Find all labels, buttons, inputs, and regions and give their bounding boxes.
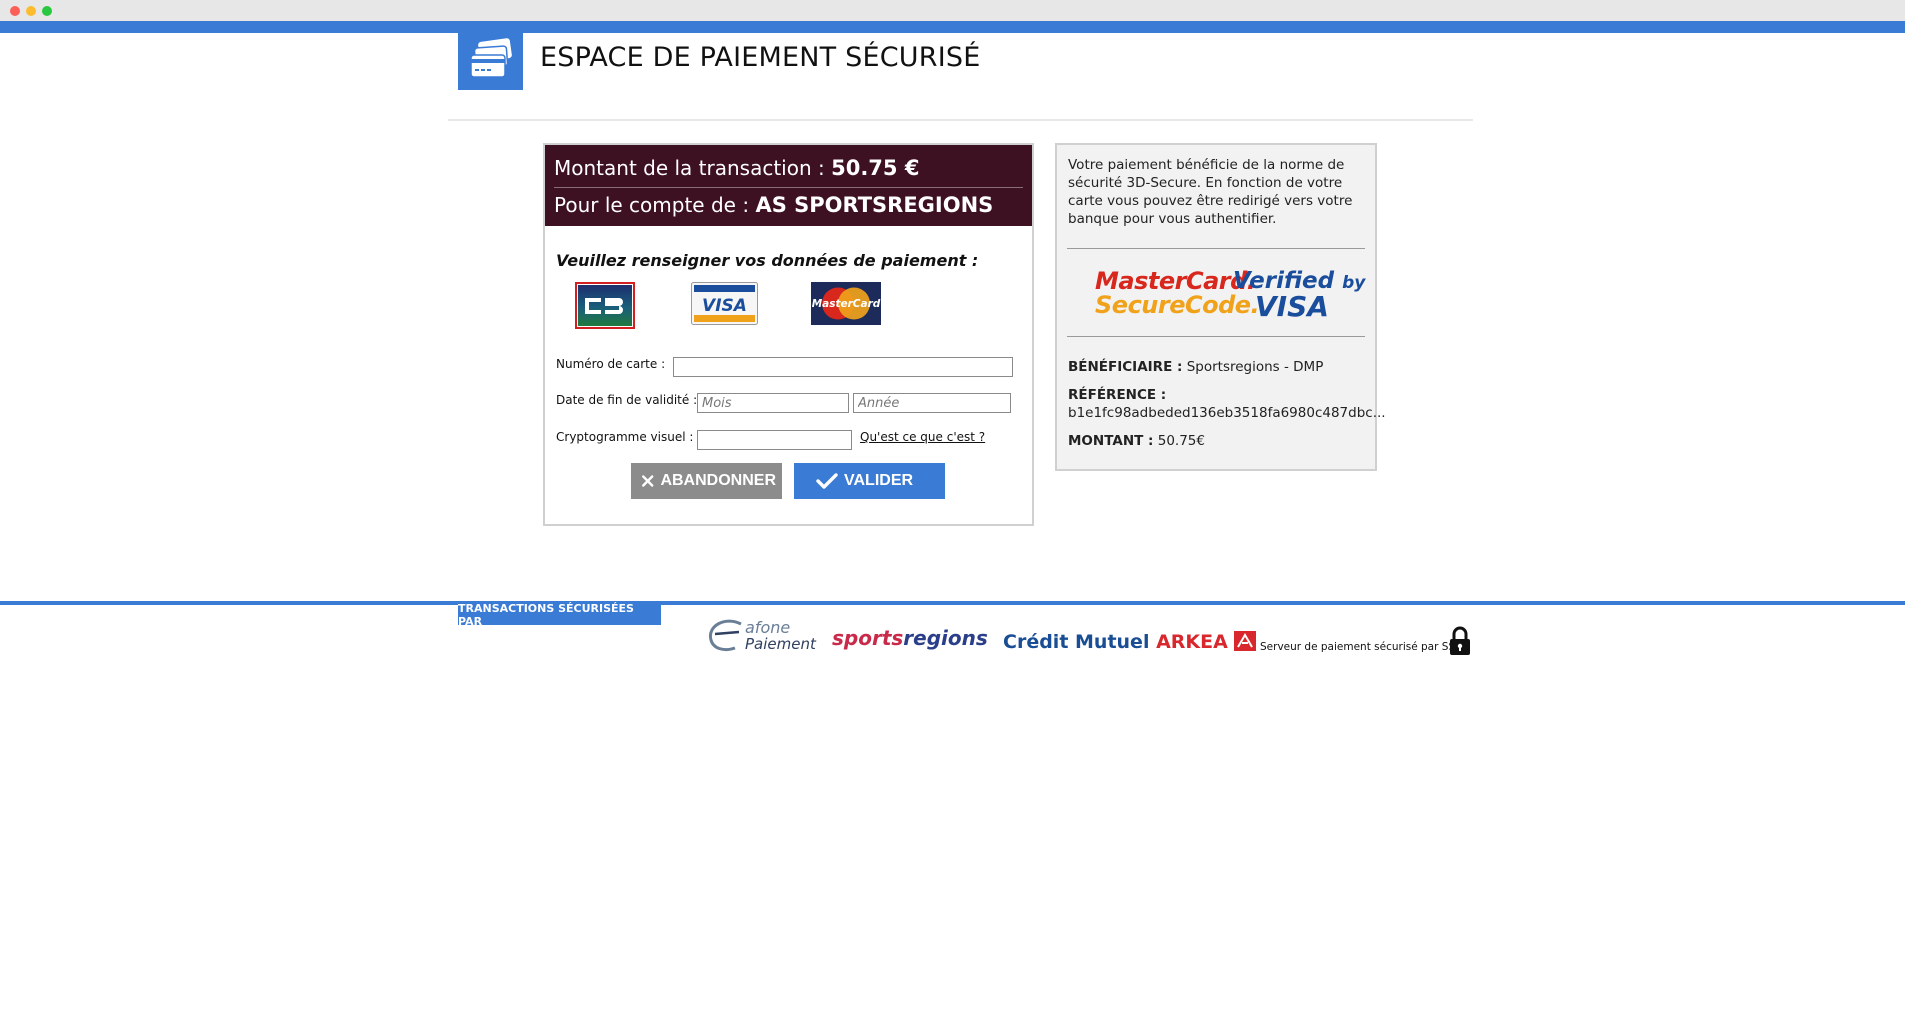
card-option-visa[interactable]: VISA: [691, 282, 758, 329]
beneficiary-label: BÉNÉFICIAIRE :: [1068, 359, 1183, 375]
cancel-button-label: ABANDONNER: [660, 472, 776, 489]
close-icon: [642, 475, 654, 487]
credit-cards-icon: [470, 38, 512, 78]
arkea-name: ARKEA: [1156, 631, 1228, 653]
secured-by-label: TRANSACTIONS SÉCURISÉES PAR: [458, 602, 661, 628]
expiry-year-input[interactable]: [853, 393, 1011, 413]
submit-button-label: VALIDER: [844, 472, 914, 489]
mastercard-card-icon: MasterCard: [811, 282, 881, 325]
reference-value: b1e1fc98adbeded136eb3518fa6980c487dbc...: [1068, 405, 1386, 421]
minimize-window-icon[interactable]: [26, 6, 36, 16]
card-option-cb[interactable]: [575, 282, 635, 329]
card-number-label: Numéro de carte :: [556, 357, 666, 371]
page-title: ESPACE DE PAIEMENT SÉCURISÉ: [540, 42, 981, 73]
reference-label-row: RÉFÉRENCE :: [1068, 387, 1166, 403]
info-divider-bottom: [1067, 336, 1365, 337]
amount-row: MONTANT : 50.75€: [1068, 433, 1205, 449]
security-description: Votre paiement bénéficie de la norme de …: [1068, 157, 1353, 227]
checkmark-icon: [816, 473, 838, 489]
afone-line2: Paiement: [745, 635, 816, 653]
beneficiary-value: Sportsregions - DMP: [1186, 359, 1324, 375]
footer-accent-bar: [0, 601, 1905, 605]
verified-by: by: [1342, 273, 1366, 293]
reference-label: RÉFÉRENCE :: [1068, 387, 1167, 403]
info-amount-label: MONTANT :: [1068, 433, 1154, 449]
cb-card-icon: [578, 285, 632, 326]
verified-line2: VISA: [1255, 290, 1329, 323]
afone-swoosh-icon: [708, 619, 742, 652]
card-option-mastercard[interactable]: MasterCard: [811, 282, 881, 329]
arkea-emblem-icon: [1234, 631, 1257, 651]
close-window-icon[interactable]: [10, 6, 20, 16]
lock-icon: [1450, 626, 1470, 655]
cvv-help-link[interactable]: Qu'est ce que c'est ?: [860, 430, 985, 444]
payment-logo: [458, 33, 523, 90]
sportsregions-part2: regions: [903, 626, 988, 650]
credit-mutuel-name: Crédit Mutuel: [1003, 631, 1157, 653]
cvv-input[interactable]: [697, 430, 852, 450]
payment-form-panel: Montant de la transaction : 50.75 € Pour…: [543, 143, 1034, 526]
cvv-label: Cryptogramme visuel :: [556, 430, 694, 444]
ssl-notice: Serveur de paiement sécurisé par SSL: [1260, 641, 1461, 653]
security-info-panel: Votre paiement bénéficie de la norme de …: [1055, 143, 1386, 471]
svg-text:VISA: VISA: [702, 296, 747, 316]
beneficiary-row: BÉNÉFICIAIRE : Sportsregions - DMP: [1068, 359, 1323, 375]
form-instructions: Veuillez renseigner vos données de paiem…: [556, 251, 979, 270]
submit-button[interactable]: VALIDER: [794, 463, 945, 499]
transaction-summary: Montant de la transaction : 50.75 € Pour…: [545, 145, 1032, 226]
credit-mutuel-arkea-logo: Crédit Mutuel ARKEA: [1003, 631, 1257, 653]
transaction-account: Pour le compte de : AS SPORTSREGIONS: [554, 193, 993, 217]
transaction-amount-label: Montant de la transaction :: [554, 156, 832, 180]
transaction-amount: Montant de la transaction : 50.75 €: [554, 156, 919, 180]
header-divider: [448, 119, 1473, 121]
account-label: Pour le compte de :: [554, 193, 756, 217]
card-number-input[interactable]: [673, 357, 1013, 377]
visa-card-icon: VISA: [691, 282, 758, 325]
expiry-label: Date de fin de validité :: [556, 393, 698, 407]
info-divider-top: [1067, 248, 1365, 249]
verified-by-visa-logo: Verified by VISA: [1233, 269, 1366, 323]
sportsregions-logo: sportsregions: [832, 626, 988, 650]
info-amount-value: 50.75€: [1157, 433, 1205, 449]
sportsregions-part1: sports: [832, 626, 904, 650]
maximize-window-icon[interactable]: [42, 6, 52, 16]
account-value: AS SPORTSREGIONS: [755, 193, 994, 217]
transaction-amount-value: 50.75 €: [831, 156, 920, 180]
top-accent-bar: [0, 21, 1905, 33]
summary-divider: [554, 187, 1023, 188]
window-titlebar: [0, 0, 1905, 21]
cancel-button[interactable]: ABANDONNER: [631, 463, 782, 499]
svg-text:MasterCard: MasterCard: [812, 298, 881, 310]
expiry-month-input[interactable]: [697, 393, 849, 413]
